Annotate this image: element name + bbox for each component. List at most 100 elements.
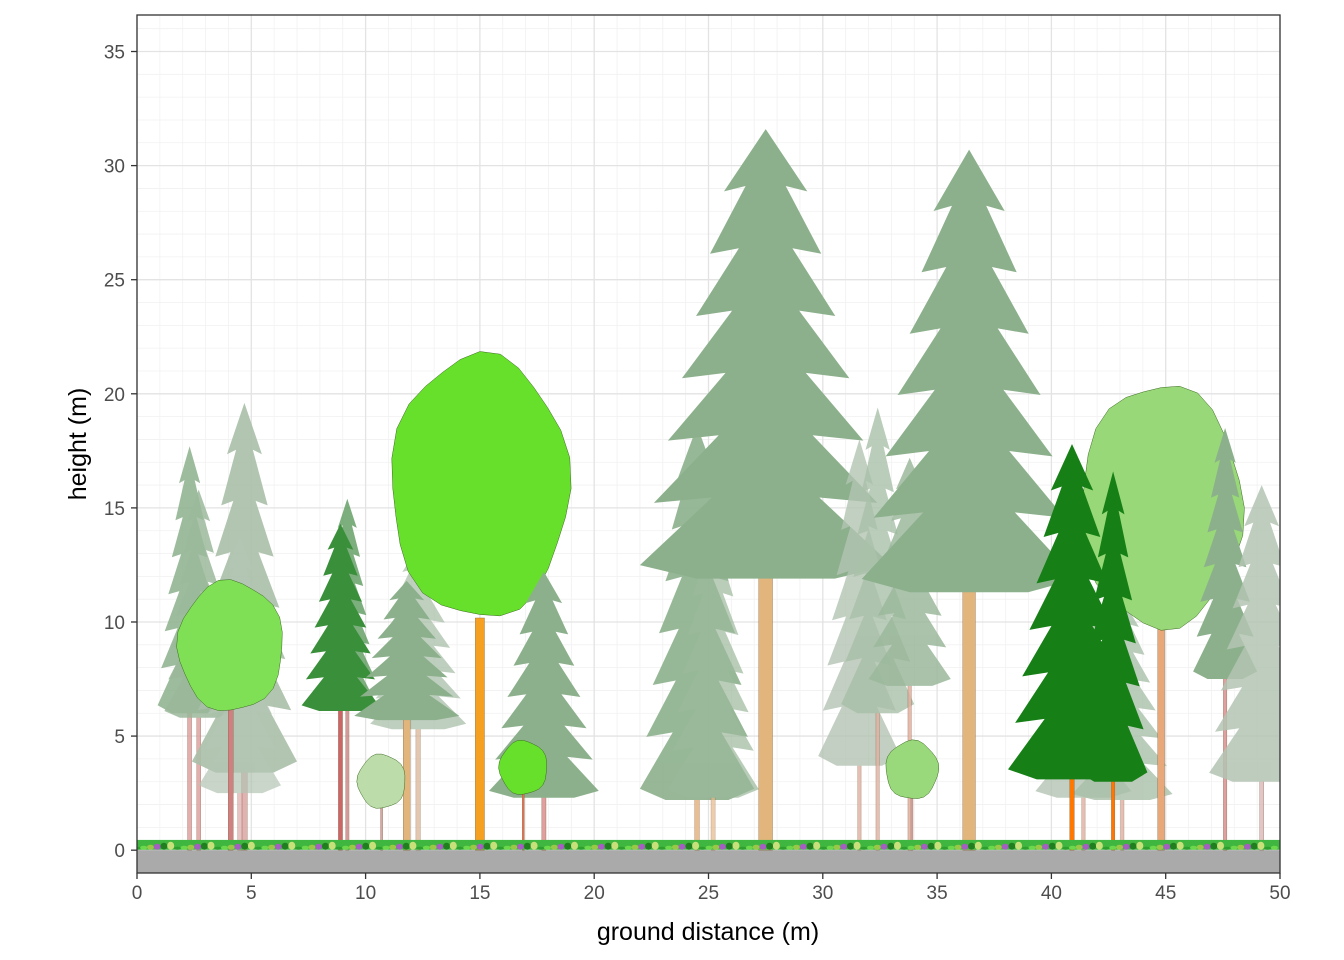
understory-plant <box>1264 846 1272 850</box>
tree-trunk <box>1157 626 1165 851</box>
x-tick-label: 10 <box>355 883 376 904</box>
understory-plant <box>1109 845 1117 850</box>
understory-plant <box>961 843 969 850</box>
understory-plant <box>517 843 525 850</box>
understory-plant <box>752 844 760 850</box>
understory-plant <box>544 845 551 850</box>
understory-plant <box>867 845 875 850</box>
understory-plant <box>907 845 915 850</box>
understory-plant <box>200 842 208 850</box>
understory-plant <box>1250 842 1258 850</box>
x-tick-label: 0 <box>132 883 143 904</box>
understory-plant <box>873 844 881 850</box>
understory-plant <box>671 844 679 850</box>
understory-plant <box>1149 845 1157 850</box>
understory-plant <box>221 845 228 850</box>
understory-plant <box>772 841 780 850</box>
understory-plant <box>443 842 451 850</box>
x-axis: 0 5 10 15 20 25 30 35 40 45 50 <box>132 873 1291 904</box>
tree-trunk <box>1259 777 1264 851</box>
understory-plant <box>1217 841 1224 850</box>
understory-plant <box>1196 844 1204 850</box>
tree-trunk <box>875 709 880 851</box>
understory-plant <box>355 843 363 850</box>
understory-plant <box>1116 844 1124 850</box>
x-tick-label: 30 <box>812 883 833 904</box>
understory-plant <box>658 846 666 850</box>
understory-plant <box>227 844 235 850</box>
understory-plant <box>1176 841 1184 850</box>
understory-plant <box>947 845 955 850</box>
tree-trunk <box>228 709 234 851</box>
understory-plant <box>591 844 599 850</box>
y-axis-title: height (m) <box>64 388 92 501</box>
understory-plant <box>1223 846 1231 850</box>
understory-plant <box>342 845 350 850</box>
x-tick-label: 15 <box>469 883 490 904</box>
x-tick-label: 5 <box>246 883 257 904</box>
understory-plant <box>140 845 148 850</box>
understory-plant <box>295 846 302 850</box>
understory-plant <box>268 844 276 850</box>
understory-plant <box>496 846 504 850</box>
understory-plant <box>954 844 962 850</box>
understory-plant <box>214 846 222 850</box>
understory-plant <box>806 842 814 850</box>
understory-plant <box>1210 842 1218 850</box>
understory-plant <box>436 843 444 850</box>
x-tick-label: 50 <box>1269 883 1290 904</box>
understory-plant <box>860 846 868 850</box>
y-tick-label: 30 <box>104 157 125 178</box>
understory-plant <box>207 841 215 850</box>
understory-plant <box>564 842 572 850</box>
understory-plant <box>1129 842 1137 850</box>
understory-plant <box>759 843 767 850</box>
understory-plant <box>167 841 175 850</box>
forest-profile-chart: 0 5 10 15 20 25 30 35 40 45 50 0 5 10 15 20 25 30 35 grou… <box>64 14 1291 946</box>
understory-plant <box>597 843 605 850</box>
understory-plant <box>301 845 309 850</box>
x-tick-label: 25 <box>698 883 719 904</box>
understory-plant <box>1237 844 1245 850</box>
understory-plant <box>571 841 578 850</box>
understory-plant <box>537 846 545 850</box>
understory-plant <box>1143 846 1150 850</box>
understory-plant <box>254 846 262 850</box>
tree-trunk <box>758 574 773 851</box>
understory-plant <box>1082 843 1090 850</box>
understory-plant <box>483 842 491 850</box>
tree-trunk <box>415 725 421 851</box>
understory-plant <box>1169 842 1177 850</box>
understory-plant <box>1062 846 1070 850</box>
understory-plant <box>396 843 403 850</box>
understory-plant <box>1156 844 1164 850</box>
understory-plant <box>927 842 935 850</box>
understory-plant <box>274 843 282 850</box>
understory-plant <box>1203 843 1211 850</box>
understory-plant <box>725 842 733 850</box>
understory-plant <box>651 841 659 850</box>
understory-plant <box>1095 841 1103 850</box>
understory-plant <box>348 844 356 850</box>
understory-plant <box>328 841 336 850</box>
understory-plant <box>887 842 895 850</box>
understory-plant <box>631 844 639 850</box>
tree-trunk <box>475 617 485 851</box>
y-tick-label: 25 <box>104 271 125 292</box>
understory-plant <box>1069 845 1076 850</box>
understory-plant <box>1001 843 1009 850</box>
understory-plant <box>1021 846 1029 850</box>
x-tick-label: 45 <box>1155 883 1176 904</box>
understory-plant <box>1042 843 1050 850</box>
understory-plant <box>853 841 861 850</box>
understory-plant <box>846 842 854 850</box>
understory-plant <box>247 841 255 850</box>
y-tick-label: 10 <box>104 613 125 634</box>
understory-plant <box>793 844 800 850</box>
understory-plant <box>719 843 726 850</box>
tree-trunk <box>1111 777 1116 851</box>
understory-plant <box>470 844 477 850</box>
tree-trunk <box>187 709 192 851</box>
understory-plant <box>1015 841 1023 850</box>
x-axis-title: ground distance (m) <box>597 918 819 946</box>
